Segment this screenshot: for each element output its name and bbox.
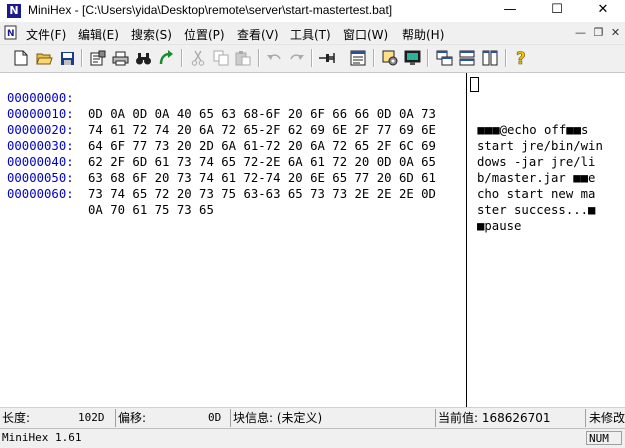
app-name: MiniHex — [28, 3, 72, 17]
cursor-caret — [470, 77, 479, 92]
bottom-bar: MiniHex 1.61 NUM — [0, 428, 625, 448]
status-divider — [115, 409, 116, 427]
app-logo-icon[interactable]: N — [7, 4, 21, 18]
hex-editor[interactable]: 00000000: 0D 0A 0D 0A 40 65 63 68-6F 20 … — [0, 73, 625, 407]
goto-arrow-icon[interactable] — [156, 48, 176, 68]
hex-row[interactable]: 00000010: 74 61 72 74 20 6A 72 65-2F 62 … — [7, 90, 603, 153]
file-path: [C:\Users\yida\Desktop\remote\server\sta… — [82, 3, 393, 17]
num-lock-indicator: NUM — [586, 431, 622, 445]
row-hex-bytes[interactable]: 73 74 65 72 20 73 75 63-63 65 73 73 2E 2… — [88, 186, 436, 202]
maximize-button[interactable]: ☐ — [535, 0, 579, 22]
pin-icon[interactable] — [317, 48, 337, 68]
svg-text:?: ? — [516, 49, 526, 67]
row-hex-bytes[interactable]: 63 68 6F 20 73 74 61 72-74 20 6E 65 77 2… — [88, 170, 436, 186]
hex-row[interactable]: 00000030: 62 2F 6D 61 73 74 65 72-2E 6A … — [7, 122, 595, 185]
status-divider — [585, 409, 586, 427]
hex-row[interactable]: 00000050: 73 74 65 72 20 73 75 63-63 65 … — [7, 154, 595, 217]
redo-icon[interactable] — [287, 48, 307, 68]
title-bar: N MiniHex - [C:\Users\yida\Desktop\remot… — [0, 0, 625, 22]
open-folder-icon[interactable] — [34, 48, 54, 68]
menu-window[interactable]: 窗口(W) — [343, 26, 388, 43]
toolbar-separator — [373, 49, 375, 67]
mdi-minimize-button[interactable]: — — [573, 25, 588, 40]
toolbar-separator — [258, 49, 260, 67]
offset-label: 偏移: — [118, 411, 147, 425]
status-bar: 长度: 102D 偏移: 0D 块信息: (未定义) 当前值: 16862670… — [0, 407, 625, 428]
document-menu-icon[interactable]: N — [4, 25, 17, 40]
find-binoculars-icon[interactable] — [133, 48, 153, 68]
current-value: 当前值: 168626701 — [438, 411, 551, 425]
row-hex-bytes[interactable]: 74 61 72 74 20 6A 72 65-2F 62 69 6E 2F 7… — [88, 122, 436, 138]
paste-icon[interactable] — [233, 48, 253, 68]
mdi-close-button[interactable]: ✕ — [608, 25, 623, 40]
hex-row[interactable]: 00000000: 0D 0A 0D 0A 40 65 63 68-6F 20 … — [7, 74, 588, 137]
row-hex-bytes[interactable]: 0D 0A 0D 0A 40 65 63 68-6F 20 6F 66 66 0… — [88, 106, 436, 122]
print-icon[interactable] — [110, 48, 130, 68]
tile-horizontal-icon[interactable] — [457, 48, 477, 68]
offset-value: 0D — [208, 411, 222, 424]
row-ascii[interactable]: start jre/bin/win — [477, 138, 603, 154]
cut-icon[interactable] — [188, 48, 208, 68]
toolbar-separator — [505, 49, 507, 67]
status-divider — [230, 409, 231, 427]
toolbar-separator — [181, 49, 183, 67]
block-info: 块信息: (未定义) — [233, 411, 323, 425]
row-ascii[interactable]: dows -jar jre/li — [477, 154, 595, 170]
row-ascii[interactable]: ster success...■ — [477, 202, 595, 218]
svg-text:N: N — [7, 29, 15, 39]
length-value: 102D — [78, 411, 105, 424]
settings-icon[interactable] — [380, 48, 400, 68]
cascade-windows-icon[interactable] — [434, 48, 454, 68]
mdi-restore-button[interactable]: ❐ — [591, 25, 606, 40]
save-icon[interactable] — [57, 48, 77, 68]
row-address: 00000060: — [7, 187, 74, 201]
row-ascii[interactable]: ■■■@echo off■■s — [470, 122, 588, 138]
monitor-icon[interactable] — [402, 48, 422, 68]
close-button[interactable]: ✕ — [581, 0, 625, 22]
hex-ascii-separator — [466, 73, 467, 407]
new-file-icon[interactable] — [11, 48, 31, 68]
menu-help[interactable]: 帮助(H) — [402, 26, 444, 43]
help-icon[interactable]: ? — [512, 48, 532, 68]
toolbar-separator — [427, 49, 429, 67]
properties-icon[interactable] — [88, 48, 108, 68]
menu-position[interactable]: 位置(P) — [184, 26, 225, 43]
hex-row[interactable]: 00000060: 0A 70 61 75 73 65 ■pause — [7, 170, 521, 233]
menu-file[interactable]: 文件(F) — [26, 26, 66, 43]
row-hex-bytes[interactable]: 62 2F 6D 61 73 74 65 72-2E 6A 61 72 20 0… — [88, 154, 436, 170]
document-view-icon[interactable] — [348, 48, 368, 68]
row-hex-bytes[interactable]: 64 6F 77 73 20 2D 6A 61-72 20 6A 72 65 2… — [88, 138, 436, 154]
modified-status: 未修改 — [589, 411, 625, 425]
toolbar: ? — [0, 45, 625, 73]
undo-icon[interactable] — [264, 48, 284, 68]
copy-icon[interactable] — [211, 48, 231, 68]
window-title: MiniHex - [C:\Users\yida\Desktop\remote\… — [28, 3, 393, 17]
toolbar-separator — [81, 49, 83, 67]
menu-edit[interactable]: 编辑(E) — [78, 26, 119, 43]
menu-view[interactable]: 查看(V) — [237, 26, 279, 43]
menu-search[interactable]: 搜索(S) — [131, 26, 172, 43]
hex-row[interactable]: 00000040: 63 68 6F 20 73 74 61 72-74 20 … — [7, 138, 595, 201]
version-label: MiniHex 1.61 — [2, 431, 82, 444]
row-ascii[interactable]: cho start new ma — [477, 186, 595, 202]
minimize-button[interactable]: — — [488, 0, 532, 22]
tile-vertical-icon[interactable] — [480, 48, 500, 68]
menu-tools[interactable]: 工具(T) — [290, 26, 331, 43]
row-hex-bytes[interactable]: 0A 70 61 75 73 65 — [88, 202, 214, 218]
toolbar-separator — [311, 49, 313, 67]
hex-row[interactable]: 00000020: 64 6F 77 73 20 2D 6A 61-72 20 … — [7, 106, 595, 169]
menu-bar: N 文件(F) 编辑(E) 搜索(S) 位置(P) 查看(V) 工具(T) 窗口… — [0, 22, 625, 45]
status-divider — [435, 409, 436, 427]
length-label: 长度: — [2, 411, 31, 425]
row-ascii[interactable]: b/master.jar ■■e — [477, 170, 595, 186]
row-ascii[interactable]: ■pause — [477, 218, 521, 234]
